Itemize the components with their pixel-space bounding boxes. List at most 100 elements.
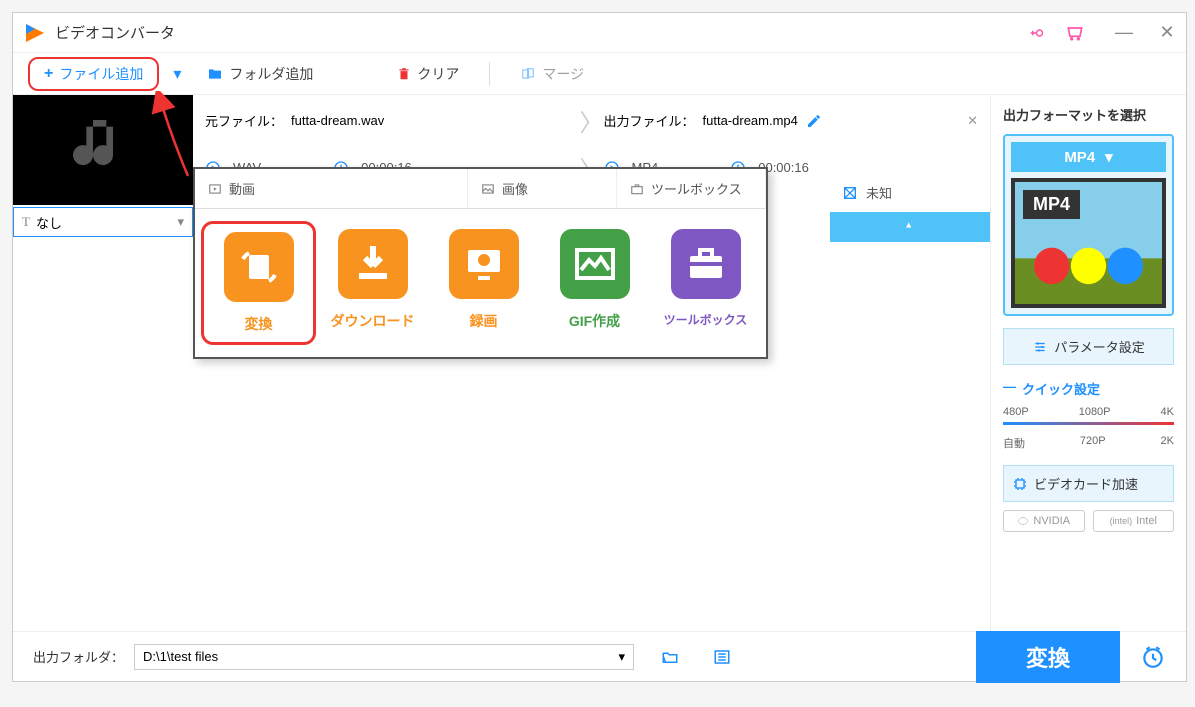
- gpu-nvidia-label: NVIDIA: [1033, 515, 1070, 527]
- gpu-chip-nvidia: NVIDIA: [1003, 510, 1085, 532]
- music-note-icon: [63, 110, 143, 190]
- tool-record-label: 録画: [470, 311, 498, 331]
- merge-label: マージ: [542, 64, 584, 84]
- source-filename: futta-dream.wav: [291, 113, 384, 128]
- gif-icon: [571, 240, 619, 288]
- download-icon: [349, 240, 397, 288]
- merge-icon: [520, 67, 536, 81]
- cart-icon[interactable]: [1065, 23, 1085, 43]
- res-480p[interactable]: 480P: [1003, 406, 1029, 418]
- param-btn-label: パラメータ設定: [1054, 337, 1145, 356]
- trash-icon: [397, 66, 411, 82]
- res-auto[interactable]: 自動: [1003, 435, 1025, 451]
- convert-btn-label: 変換: [1026, 646, 1070, 671]
- res-1080p[interactable]: 1080P: [1079, 406, 1111, 418]
- tools-tab-toolbox[interactable]: ツールボックス: [617, 169, 766, 208]
- dash-icon: —: [1003, 379, 1016, 398]
- output-folder-input[interactable]: D:\1\test files ▾: [134, 644, 634, 670]
- output-format-header: 出力フォーマットを選択: [1003, 105, 1174, 124]
- gpu-btn-label: ビデオカード加速: [1034, 474, 1138, 493]
- key-icon[interactable]: [1029, 24, 1047, 42]
- titlebar: ビデオコンバータ — ✕: [13, 13, 1186, 53]
- format-thumbnail: MP4: [1011, 178, 1166, 308]
- chip-icon: [1012, 476, 1028, 492]
- output-folder-label: 出力フォルダ：: [33, 647, 124, 666]
- output-folder-path: D:\1\test files: [143, 649, 218, 664]
- chevron-down-icon: ▾: [618, 649, 625, 665]
- output-filename: futta-dream.mp4: [703, 113, 798, 128]
- tool-download[interactable]: ダウンロード: [322, 229, 423, 337]
- tool-record[interactable]: 録画: [433, 229, 534, 337]
- edit-bar-icon: [900, 219, 920, 235]
- chevron-right-icon: 〉: [580, 103, 604, 138]
- tools-tab-image[interactable]: 画像: [468, 169, 617, 208]
- resolution-slider[interactable]: [1003, 422, 1174, 425]
- subtitle-dropdown[interactable]: T なし ▾: [13, 207, 193, 237]
- tools-panel: 動画 画像 ツールボックス: [193, 167, 768, 359]
- bottom-bar: 出力フォルダ： D:\1\test files ▾ 変換: [13, 631, 1186, 681]
- app-title: ビデオコンバータ: [55, 22, 1029, 43]
- convert-button[interactable]: 変換: [976, 631, 1120, 683]
- video-icon: [207, 182, 223, 196]
- app-logo-icon: [23, 21, 47, 45]
- res-2k[interactable]: 2K: [1161, 435, 1174, 451]
- image-icon: [480, 182, 496, 196]
- list-icon[interactable]: [711, 648, 733, 666]
- parameter-settings-button[interactable]: パラメータ設定: [1003, 328, 1174, 365]
- quick-settings-label: クイック設定: [1022, 379, 1100, 398]
- tool-convert-label: 変換: [245, 314, 273, 334]
- tool-gif-label: GIF作成: [569, 311, 620, 331]
- plus-icon: +: [44, 65, 53, 83]
- clear-button[interactable]: クリア: [385, 58, 471, 90]
- format-thumb-label: MP4: [1023, 190, 1080, 219]
- add-file-label: ファイル追加: [59, 64, 143, 84]
- record-icon: [460, 240, 508, 288]
- edit-icon[interactable]: [806, 113, 822, 129]
- add-folder-button[interactable]: フォルダ追加: [195, 58, 325, 90]
- res-720p[interactable]: 720P: [1080, 435, 1106, 451]
- format-selector[interactable]: MP4 ▾ MP4: [1003, 134, 1174, 316]
- add-folder-label: フォルダ追加: [229, 64, 313, 84]
- tool-toolbox-label: ツールボックス: [664, 311, 748, 328]
- tool-toolbox[interactable]: ツールボックス: [655, 229, 756, 337]
- tool-gif[interactable]: GIF作成: [544, 229, 645, 337]
- minimize-button[interactable]: —: [1115, 24, 1133, 42]
- sliders-icon: [1032, 340, 1048, 354]
- toolbar: + ファイル追加 ▾ フォルダ追加 クリア マージ: [13, 53, 1186, 95]
- clear-label: クリア: [417, 64, 459, 84]
- folder-icon: [207, 66, 223, 82]
- gpu-accel-button[interactable]: ビデオカード加速: [1003, 465, 1174, 502]
- toolbox-icon: [629, 182, 645, 196]
- schedule-icon[interactable]: [1140, 644, 1166, 670]
- merge-button[interactable]: マージ: [508, 58, 596, 90]
- nvidia-eye-icon: [1017, 515, 1029, 527]
- subtitle-label: なし: [36, 213, 62, 232]
- chevron-down-icon: ▾: [177, 214, 184, 230]
- chevron-down-icon: ▾: [1105, 148, 1113, 166]
- open-folder-icon[interactable]: [659, 648, 681, 666]
- annotation-arrow: [148, 91, 208, 181]
- tools-tab-toolbox-label: ツールボックス: [651, 179, 742, 198]
- briefcase-icon: [682, 240, 730, 288]
- edit-bar-button[interactable]: [830, 212, 990, 242]
- gpu-intel-label: Intel: [1136, 515, 1157, 527]
- source-label: 元ファイル：: [205, 111, 283, 130]
- add-file-button[interactable]: + ファイル追加: [28, 57, 159, 91]
- close-button[interactable]: ✕: [1158, 24, 1176, 42]
- tools-tab-video[interactable]: 動画: [195, 169, 468, 208]
- remove-item-button[interactable]: ✕: [967, 113, 978, 129]
- toolbar-separator: [489, 62, 490, 86]
- tool-convert[interactable]: 変換: [201, 221, 316, 345]
- tools-tab-image-label: 画像: [502, 179, 528, 198]
- tools-tab-video-label: 動画: [229, 179, 255, 198]
- convert-icon: [235, 243, 283, 291]
- subtitle-T-icon: T: [22, 214, 30, 230]
- add-file-dropdown[interactable]: ▾: [173, 64, 181, 84]
- tool-download-label: ダウンロード: [331, 311, 415, 331]
- size-icon: [842, 185, 858, 201]
- format-name: MP4: [1064, 149, 1095, 166]
- output-size: 未知: [866, 183, 892, 202]
- output-label: 出力ファイル：: [604, 111, 695, 130]
- res-4k[interactable]: 4K: [1161, 406, 1174, 418]
- gpu-chip-intel: (intel) Intel: [1093, 510, 1175, 532]
